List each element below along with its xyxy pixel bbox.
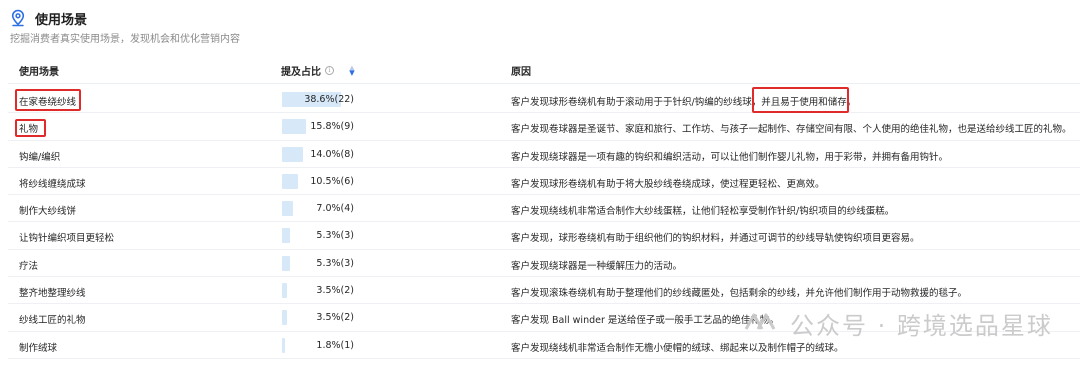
table-header: 使用场景 提及占比 i ▲ ▼ 原因	[8, 56, 1080, 84]
share-value: 5.3%(3)	[316, 257, 354, 269]
reason-text: 客户发现绕球器是一种缓解压力的活动。	[511, 258, 682, 272]
section-header: 使用场景	[10, 7, 87, 29]
table-row[interactable]: 钩编/编织 14.0%(8) 客户发现绕球器是一项有趣的钩织和编织活动，可以让他们制…	[8, 141, 1080, 168]
table-row[interactable]: 在家卷绕纱线 38.6%(22) 客户发现球形卷绕机有助于滚动用于于针织/钩编的纱线…	[8, 86, 1080, 114]
location-pin-icon	[11, 9, 25, 27]
reason-text: 客户发现绕线机非常适合制作大纱线蛋糕，让他们轻松享受制作针织/钩织项目的纱线蛋糕…	[511, 203, 894, 217]
info-icon[interactable]: i	[325, 66, 334, 75]
share-value: 3.5%(2)	[316, 312, 354, 324]
share-value: 5.3%(3)	[316, 230, 354, 242]
reason-text-highlighted: 并且易于使用和储存。	[761, 97, 857, 108]
reason-text-part: 客户发现绕线机非常适合制作无檐小便帽的绒球、绑起来以及制作帽子的绒球。	[511, 342, 844, 354]
reason-text: 客户发现卷球器是圣诞节、家庭和旅行、工作坊、与孩子一起制作、存储空间有限、个人使…	[511, 121, 1072, 135]
reason-text: 客户发现，球形卷绕机有助于组织他们的钩织材料，并通过可调节的纱线导轨使钩织项目更…	[511, 230, 920, 244]
column-header-reason: 原因	[511, 63, 531, 78]
share-value: 38.6%(22)	[304, 94, 354, 105]
table-row[interactable]: 礼物 15.8%(9) 客户发现卷球器是圣诞节、家庭和旅行、工作坊、与孩子一起制作、…	[8, 113, 1080, 141]
column-header-share[interactable]: 提及占比 i ▲ ▼	[281, 63, 356, 78]
column-header-share-label: 提及占比	[281, 67, 321, 78]
share-value: 10.5%(6)	[310, 175, 354, 187]
share-value: 3.5%(2)	[316, 285, 354, 297]
reason-text-part: 客户发现绕球器是一项有趣的钩织和编织活动，可以让他们制作婴儿礼物，用于彩带，并拥…	[511, 151, 949, 163]
reason-text: 客户发现球形卷绕机有助于滚动用于于针织/钩编的纱线球，并且易于使用和储存。	[511, 94, 856, 108]
table-row[interactable]: 让钩针编织项目更轻松 5.3%(3) 客户发现，球形卷绕机有助于组织他们的钩织材料，…	[8, 222, 1080, 250]
section-title: 使用场景	[35, 12, 88, 28]
section-subtitle: 挖掘消费者真实使用场景，发现机会和优化营销内容	[10, 34, 240, 45]
scenario-name: 礼物	[19, 124, 39, 136]
reason-text-part: 客户发现滚珠卷绕机有助于整理他们的纱线藏匿处，包括剩余的纱线，并允许他们制作用于…	[511, 288, 968, 300]
reason-text: 客户发现滚珠卷绕机有助于整理他们的纱线藏匿处，包括剩余的纱线，并允许他们制作用于…	[511, 285, 967, 299]
scenario-name: 制作大纱线饼	[19, 206, 77, 218]
watermark-text: 公众号 · 跨境选品星球	[790, 311, 1053, 340]
table-row[interactable]: 将纱线缠绕成球 10.5%(6) 客户发现球形卷绕机有助于将大股纱线卷绕成球，使过程…	[8, 168, 1080, 196]
reason-text: 客户发现绕球器是一项有趣的钩织和编织活动，可以让他们制作婴儿礼物，用于彩带，并拥…	[511, 149, 948, 163]
scenario-name: 纱线工匠的礼物	[19, 315, 86, 327]
wechat-channel-icon	[744, 313, 776, 330]
column-header-reason-label: 原因	[511, 67, 531, 78]
table-row[interactable]: 整齐地整理纱线 3.5%(2) 客户发现滚珠卷绕机有助于整理他们的纱线藏匿处，包括剩…	[8, 277, 1080, 305]
share-value: 15.8%(9)	[310, 121, 354, 133]
column-header-scenario-label: 使用场景	[19, 67, 59, 78]
scenario-name: 在家卷绕纱线	[19, 97, 77, 108]
share-value: 7.0%(4)	[316, 203, 354, 215]
scenario-name: 让钩针编织项目更轻松	[19, 233, 115, 245]
reason-text-part: 客户发现，球形卷绕机有助于组织他们的钩织材料，并通过可调节的纱线导轨使钩织项目更…	[511, 233, 920, 245]
share-value: 14.0%(8)	[310, 148, 354, 160]
reason-text-part: 客户发现球形卷绕机有助于滚动用于于针织/钩编的纱线球，	[511, 97, 762, 108]
reason-text-part: 客户发现绕线机非常适合制作大纱线蛋糕，让他们轻松享受制作针织/钩织项目的纱线蛋糕…	[511, 206, 895, 218]
reason-text: 客户发现 Ball winder 是送给侄子或一般手工艺品的绝佳礼物。	[511, 312, 779, 326]
sort-icon[interactable]: ▲ ▼	[348, 64, 356, 76]
scenario-name: 整齐地整理纱线	[19, 288, 86, 300]
scenario-name: 将纱线缠绕成球	[19, 178, 86, 190]
table-row[interactable]: 制作大纱线饼 7.0%(4) 客户发现绕线机非常适合制作大纱线蛋糕，让他们轻松享受制…	[8, 195, 1080, 223]
reason-text-part: 客户发现球形卷绕机有助于将大股纱线卷绕成球，使过程更轻松、更高效。	[511, 178, 825, 190]
scenario-name: 疗法	[19, 260, 39, 272]
share-value: 1.8%(1)	[316, 339, 354, 351]
reason-text-part: 客户发现绕球器是一种缓解压力的活动。	[511, 260, 683, 272]
reason-text-part: 客户发现卷球器是圣诞节、家庭和旅行、工作坊、与孩子一起制作、存储空间有限、个人使…	[511, 124, 1072, 136]
scenario-name: 钩编/编织	[19, 151, 61, 163]
table-row[interactable]: 疗法 5.3%(3) 客户发现绕球器是一种缓解压力的活动。	[8, 250, 1080, 278]
watermark: 公众号 · 跨境选品星球	[742, 303, 1053, 343]
column-header-scenario: 使用场景	[19, 63, 59, 78]
reason-text: 客户发现球形卷绕机有助于将大股纱线卷绕成球，使过程更轻松、更高效。	[511, 176, 825, 190]
reason-text-part: 客户发现 Ball winder 是送给侄子或一般手工艺品的绝佳礼物。	[511, 315, 779, 327]
scenario-name: 制作绒球	[19, 342, 58, 354]
